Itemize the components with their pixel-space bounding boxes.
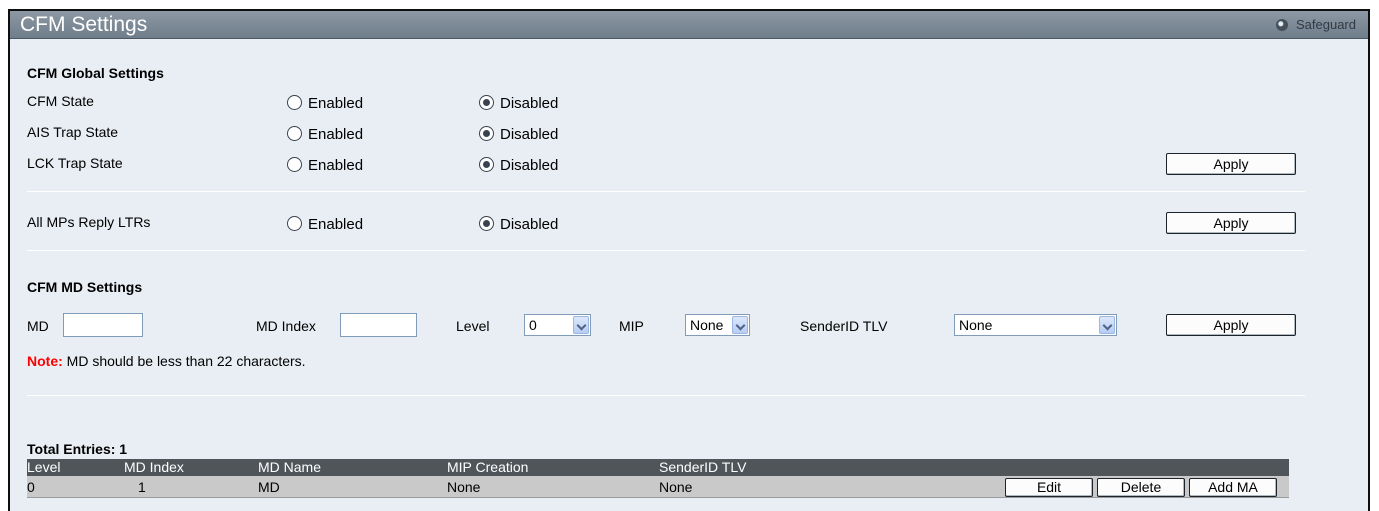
md-input[interactable] — [63, 313, 143, 337]
cell-md-name: MD — [258, 479, 280, 495]
ltr-apply-button[interactable]: Apply — [1166, 212, 1296, 234]
cfm-state-disabled-radio[interactable] — [479, 95, 494, 110]
senderid-tlv-label: SenderID TLV — [800, 318, 888, 334]
cell-senderid-tlv: None — [659, 479, 693, 495]
divider — [27, 395, 1305, 396]
total-entries: Total Entries: 1 — [27, 441, 128, 457]
ltr-enabled-radio[interactable] — [287, 216, 302, 231]
title-bar: CFM Settings Safeguard — [10, 11, 1368, 39]
cfm-state-disabled-label: Disabled — [500, 95, 559, 112]
add-ma-button[interactable]: Add MA — [1189, 478, 1277, 497]
ltr-disabled-radio[interactable] — [479, 216, 494, 231]
cell-mip-creation: None — [447, 479, 481, 495]
mip-label: MIP — [619, 318, 644, 334]
cfm-state-enabled-label: Enabled — [308, 95, 364, 112]
global-settings-heading: CFM Global Settings — [27, 65, 164, 81]
level-selected-value: 0 — [529, 317, 537, 333]
md-label: MD — [27, 318, 49, 334]
note-text: MD should be less than 22 characters. — [66, 353, 306, 369]
column-header-level: Level — [27, 459, 61, 475]
chevron-down-icon[interactable] — [1099, 316, 1115, 334]
delete-button[interactable]: Delete — [1097, 478, 1185, 497]
ais-trap-enabled-radio[interactable] — [287, 126, 302, 141]
md-index-input[interactable] — [340, 313, 417, 337]
safeguard-icon — [1276, 19, 1288, 31]
cell-md-index: 1 — [138, 479, 146, 495]
md-table: Level MD Index MD Name MIP Creation Send… — [27, 459, 1289, 498]
cfm-state-label: CFM State — [27, 93, 94, 109]
md-settings-heading: CFM MD Settings — [27, 279, 143, 295]
divider — [27, 250, 1305, 251]
column-header-mip-creation: MIP Creation — [447, 459, 529, 475]
lck-trap-disabled-radio[interactable] — [479, 157, 494, 172]
lck-trap-disabled-label: Disabled — [500, 157, 559, 174]
level-select[interactable]: 0 — [524, 314, 591, 336]
chevron-down-icon[interactable] — [573, 316, 589, 334]
cfm-settings-panel: CFM Settings Safeguard CFM Global Settin… — [8, 9, 1370, 511]
all-mps-reply-ltrs-label: All MPs Reply LTRs — [27, 214, 151, 230]
edit-button[interactable]: Edit — [1005, 478, 1093, 497]
lck-trap-enabled-label: Enabled — [308, 157, 364, 174]
ais-trap-state-label: AIS Trap State — [27, 124, 119, 140]
safeguard-indicator: Safeguard — [1276, 17, 1356, 33]
chevron-down-icon[interactable] — [732, 316, 748, 334]
table-header: Level MD Index MD Name MIP Creation Send… — [27, 459, 1289, 476]
senderid-tlv-selected-value: None — [959, 317, 993, 333]
ltr-disabled-label: Disabled — [500, 216, 559, 233]
ais-trap-disabled-label: Disabled — [500, 126, 559, 143]
column-header-senderid-tlv: SenderID TLV — [659, 459, 747, 475]
global-apply-button[interactable]: Apply — [1166, 153, 1296, 175]
mip-selected-value: None — [690, 317, 724, 333]
table-row: 0 1 MD None None Edit Delete Add MA — [27, 476, 1289, 498]
lck-trap-state-label: LCK Trap State — [27, 155, 123, 171]
ais-trap-disabled-radio[interactable] — [479, 126, 494, 141]
lck-trap-enabled-radio[interactable] — [287, 157, 302, 172]
column-header-md-index: MD Index — [124, 459, 184, 475]
md-apply-button[interactable]: Apply — [1166, 314, 1296, 336]
ltr-enabled-label: Enabled — [308, 216, 364, 233]
divider — [27, 191, 1305, 192]
cfm-state-enabled-radio[interactable] — [287, 95, 302, 110]
cell-level: 0 — [27, 479, 35, 495]
page-title: CFM Settings — [20, 13, 148, 36]
mip-select[interactable]: None — [685, 314, 750, 336]
note-prefix: Note: — [27, 353, 63, 369]
ais-trap-enabled-label: Enabled — [308, 126, 364, 143]
senderid-tlv-select[interactable]: None — [954, 314, 1117, 336]
safeguard-label: Safeguard — [1296, 17, 1356, 32]
level-label: Level — [456, 318, 490, 334]
md-note: Note: MD should be less than 22 characte… — [27, 353, 306, 369]
md-index-label: MD Index — [256, 318, 316, 334]
column-header-md-name: MD Name — [258, 459, 322, 475]
